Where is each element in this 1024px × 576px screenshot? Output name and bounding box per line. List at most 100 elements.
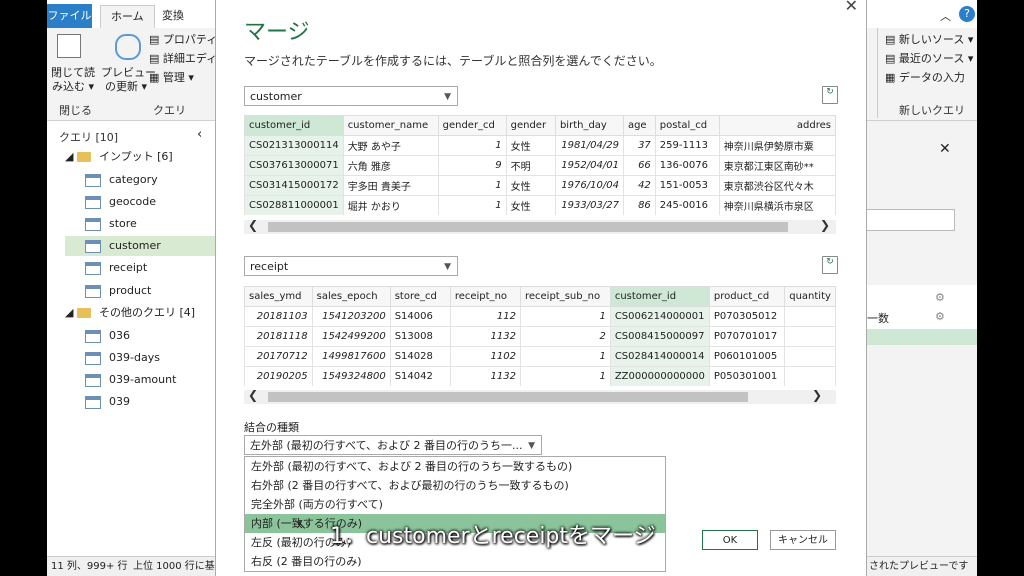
table-cell: 神奈川県伊勢原市粟 <box>718 135 836 156</box>
chevron-down-icon: ▼ <box>444 92 451 102</box>
query-geocode[interactable]: geocode <box>85 192 205 212</box>
scroll-left-icon[interactable]: ❮ <box>248 388 258 402</box>
gear-icon[interactable]: ⚙ <box>935 310 945 323</box>
step-label[interactable]: 一数 <box>867 310 889 326</box>
name-field[interactable] <box>863 209 955 231</box>
query-036[interactable]: 036 <box>85 326 205 346</box>
table-cell: 不明 <box>505 155 556 176</box>
enter-data-button[interactable]: ▦ データの入力 <box>885 71 965 85</box>
folder-other[interactable]: ◢ その他のクエリ [4] <box>65 303 195 323</box>
column-header[interactable]: sales_ymd <box>244 286 313 307</box>
table-cell: S14042 <box>389 366 451 386</box>
dialog-title: マージ <box>244 20 310 45</box>
table-cell: 112 <box>449 306 521 327</box>
query-039-days[interactable]: 039-days <box>85 348 205 368</box>
query-settings-pane: ✕ ⚙ 一数 ⚙ <box>863 121 977 556</box>
column-header[interactable]: birth_day <box>554 115 624 136</box>
join-kind-dropdown: 左外部 (最初の行すべて、および 2 番目の行のうち一致するもの) 右外部 (2… <box>244 456 666 572</box>
query-store[interactable]: store <box>85 214 205 234</box>
table-header-row: customer_id customer_name gender_cd gend… <box>244 115 836 136</box>
table-row: 20181118 1542499200 S13008 1132 2 CS0084… <box>244 326 836 347</box>
table-cell: CS021313000114 <box>244 135 344 156</box>
scroll-right-icon[interactable]: ❯ <box>820 218 830 232</box>
dialog-subtitle: マージされたテーブルを作成するには、テーブルと照合列を選んでください。 <box>244 54 662 68</box>
table-cell: 六角 雅彦 <box>342 155 439 176</box>
column-header[interactable]: addres <box>718 115 836 136</box>
table-cell: 20181118 <box>244 326 313 347</box>
table2-select[interactable]: receipt ▼ <box>244 256 458 276</box>
column-header[interactable]: customer_id <box>244 115 344 136</box>
table-cell <box>784 306 836 327</box>
query-label: receipt <box>109 261 148 274</box>
scroll-thumb[interactable] <box>268 392 748 402</box>
help-icon[interactable]: ? <box>959 6 975 22</box>
table1-select[interactable]: customer ▼ <box>244 86 458 106</box>
join-kind-select[interactable]: 左外部 (最初の行すべて、および 2 番目の行のうち一... ▼ <box>244 435 542 455</box>
selected-step[interactable] <box>863 329 977 345</box>
table-cell: 女性 <box>505 195 556 215</box>
join-option-right-anti[interactable]: 右反 (2 番目の行のみ) <box>245 552 665 571</box>
table-cell: 20170712 <box>244 346 313 367</box>
close-icon[interactable]: ✕ <box>845 0 858 15</box>
tab-file[interactable]: ファイル <box>47 4 92 28</box>
tab-home[interactable]: ホーム <box>100 5 155 28</box>
collapse-ribbon-icon[interactable]: ︿ <box>940 8 951 24</box>
column-header[interactable]: gender_cd <box>437 115 507 136</box>
close-load-button[interactable]: 閉じて読 み込む ▾ <box>51 66 95 94</box>
manage-button[interactable]: ▦ 管理 ▾ <box>149 71 194 85</box>
join-option-full-outer[interactable]: 完全外部 (両方の行すべて) <box>245 495 665 514</box>
column-header[interactable]: gender <box>505 115 556 136</box>
table1-horizontal-scrollbar[interactable]: ❮ ❯ <box>244 218 836 234</box>
query-customer[interactable]: customer <box>65 236 217 256</box>
join-option-right-outer[interactable]: 右外部 (2 番目の行すべて、および最初の行のうち一致するもの) <box>245 476 665 495</box>
table-icon <box>85 239 101 253</box>
query-label: 039-days <box>109 351 160 364</box>
collapse-pane-icon[interactable]: ‹ <box>197 127 202 142</box>
table2-horizontal-scrollbar[interactable]: ❮ ❯ <box>244 388 836 404</box>
column-header[interactable]: age <box>622 115 656 136</box>
column-header[interactable]: product_cd <box>708 286 786 307</box>
query-039[interactable]: 039 <box>85 392 205 412</box>
table-cell: CS006214000001 <box>609 306 710 327</box>
table-row: CS028811000001 堀井 かおり 1 女性 1933/03/27 86… <box>244 195 836 215</box>
scroll-left-icon[interactable]: ❮ <box>248 218 258 232</box>
column-header[interactable]: quantity <box>784 286 836 307</box>
new-source-button[interactable]: ▤ 新しいソース ▾ <box>885 33 973 47</box>
join-option-left-outer[interactable]: 左外部 (最初の行すべて、および 2 番目の行のうち一致するもの) <box>245 457 665 476</box>
query-receipt[interactable]: receipt <box>85 258 205 278</box>
query-product[interactable]: product <box>85 281 205 301</box>
column-header[interactable]: customer_id <box>609 286 710 307</box>
column-header[interactable]: store_cd <box>389 286 451 307</box>
expand-icon: ◢ <box>65 150 77 163</box>
column-header[interactable]: customer_name <box>342 115 439 136</box>
column-header[interactable]: receipt_no <box>449 286 521 307</box>
refresh-icon[interactable]: ↻ <box>822 256 838 274</box>
column-header[interactable]: sales_epoch <box>311 286 391 307</box>
tab-transform[interactable]: 変換 <box>152 5 194 27</box>
gear-icon[interactable]: ⚙ <box>935 291 945 304</box>
column-header[interactable]: postal_cd <box>654 115 720 136</box>
column-header[interactable]: receipt_sub_no <box>519 286 611 307</box>
folder-import[interactable]: ◢ インプット [6] <box>65 147 173 167</box>
refresh-preview-button[interactable]: プレビュー の更新 ▾ <box>101 66 156 94</box>
table-cell: 1952/04/01 <box>554 155 624 176</box>
table-icon <box>85 261 101 275</box>
table-cell: 東京都渋谷区代々木 <box>718 175 836 196</box>
status-columns-rows: 11 列、999+ 行 <box>51 561 128 572</box>
query-category[interactable]: category <box>85 170 205 190</box>
scroll-thumb[interactable] <box>268 222 788 232</box>
table-cell: 1 <box>519 366 611 386</box>
properties-button[interactable]: ▤ プロパティ <box>149 33 217 47</box>
table-cell: CS028811000001 <box>244 195 344 215</box>
refresh-icon[interactable]: ↻ <box>822 86 838 104</box>
table-icon <box>85 395 101 409</box>
cancel-button[interactable]: キャンセル <box>770 530 836 550</box>
ok-button[interactable]: OK <box>702 530 758 550</box>
video-caption: 1．customerとreceiptをマージ <box>330 524 656 549</box>
query-039-amount[interactable]: 039-amount <box>85 370 205 390</box>
table-icon <box>85 373 101 387</box>
table-icon <box>85 351 101 365</box>
scroll-right-icon[interactable]: ❯ <box>812 388 822 402</box>
close-icon[interactable]: ✕ <box>939 141 951 157</box>
recent-source-button[interactable]: ▤ 最近のソース ▾ <box>885 52 973 66</box>
